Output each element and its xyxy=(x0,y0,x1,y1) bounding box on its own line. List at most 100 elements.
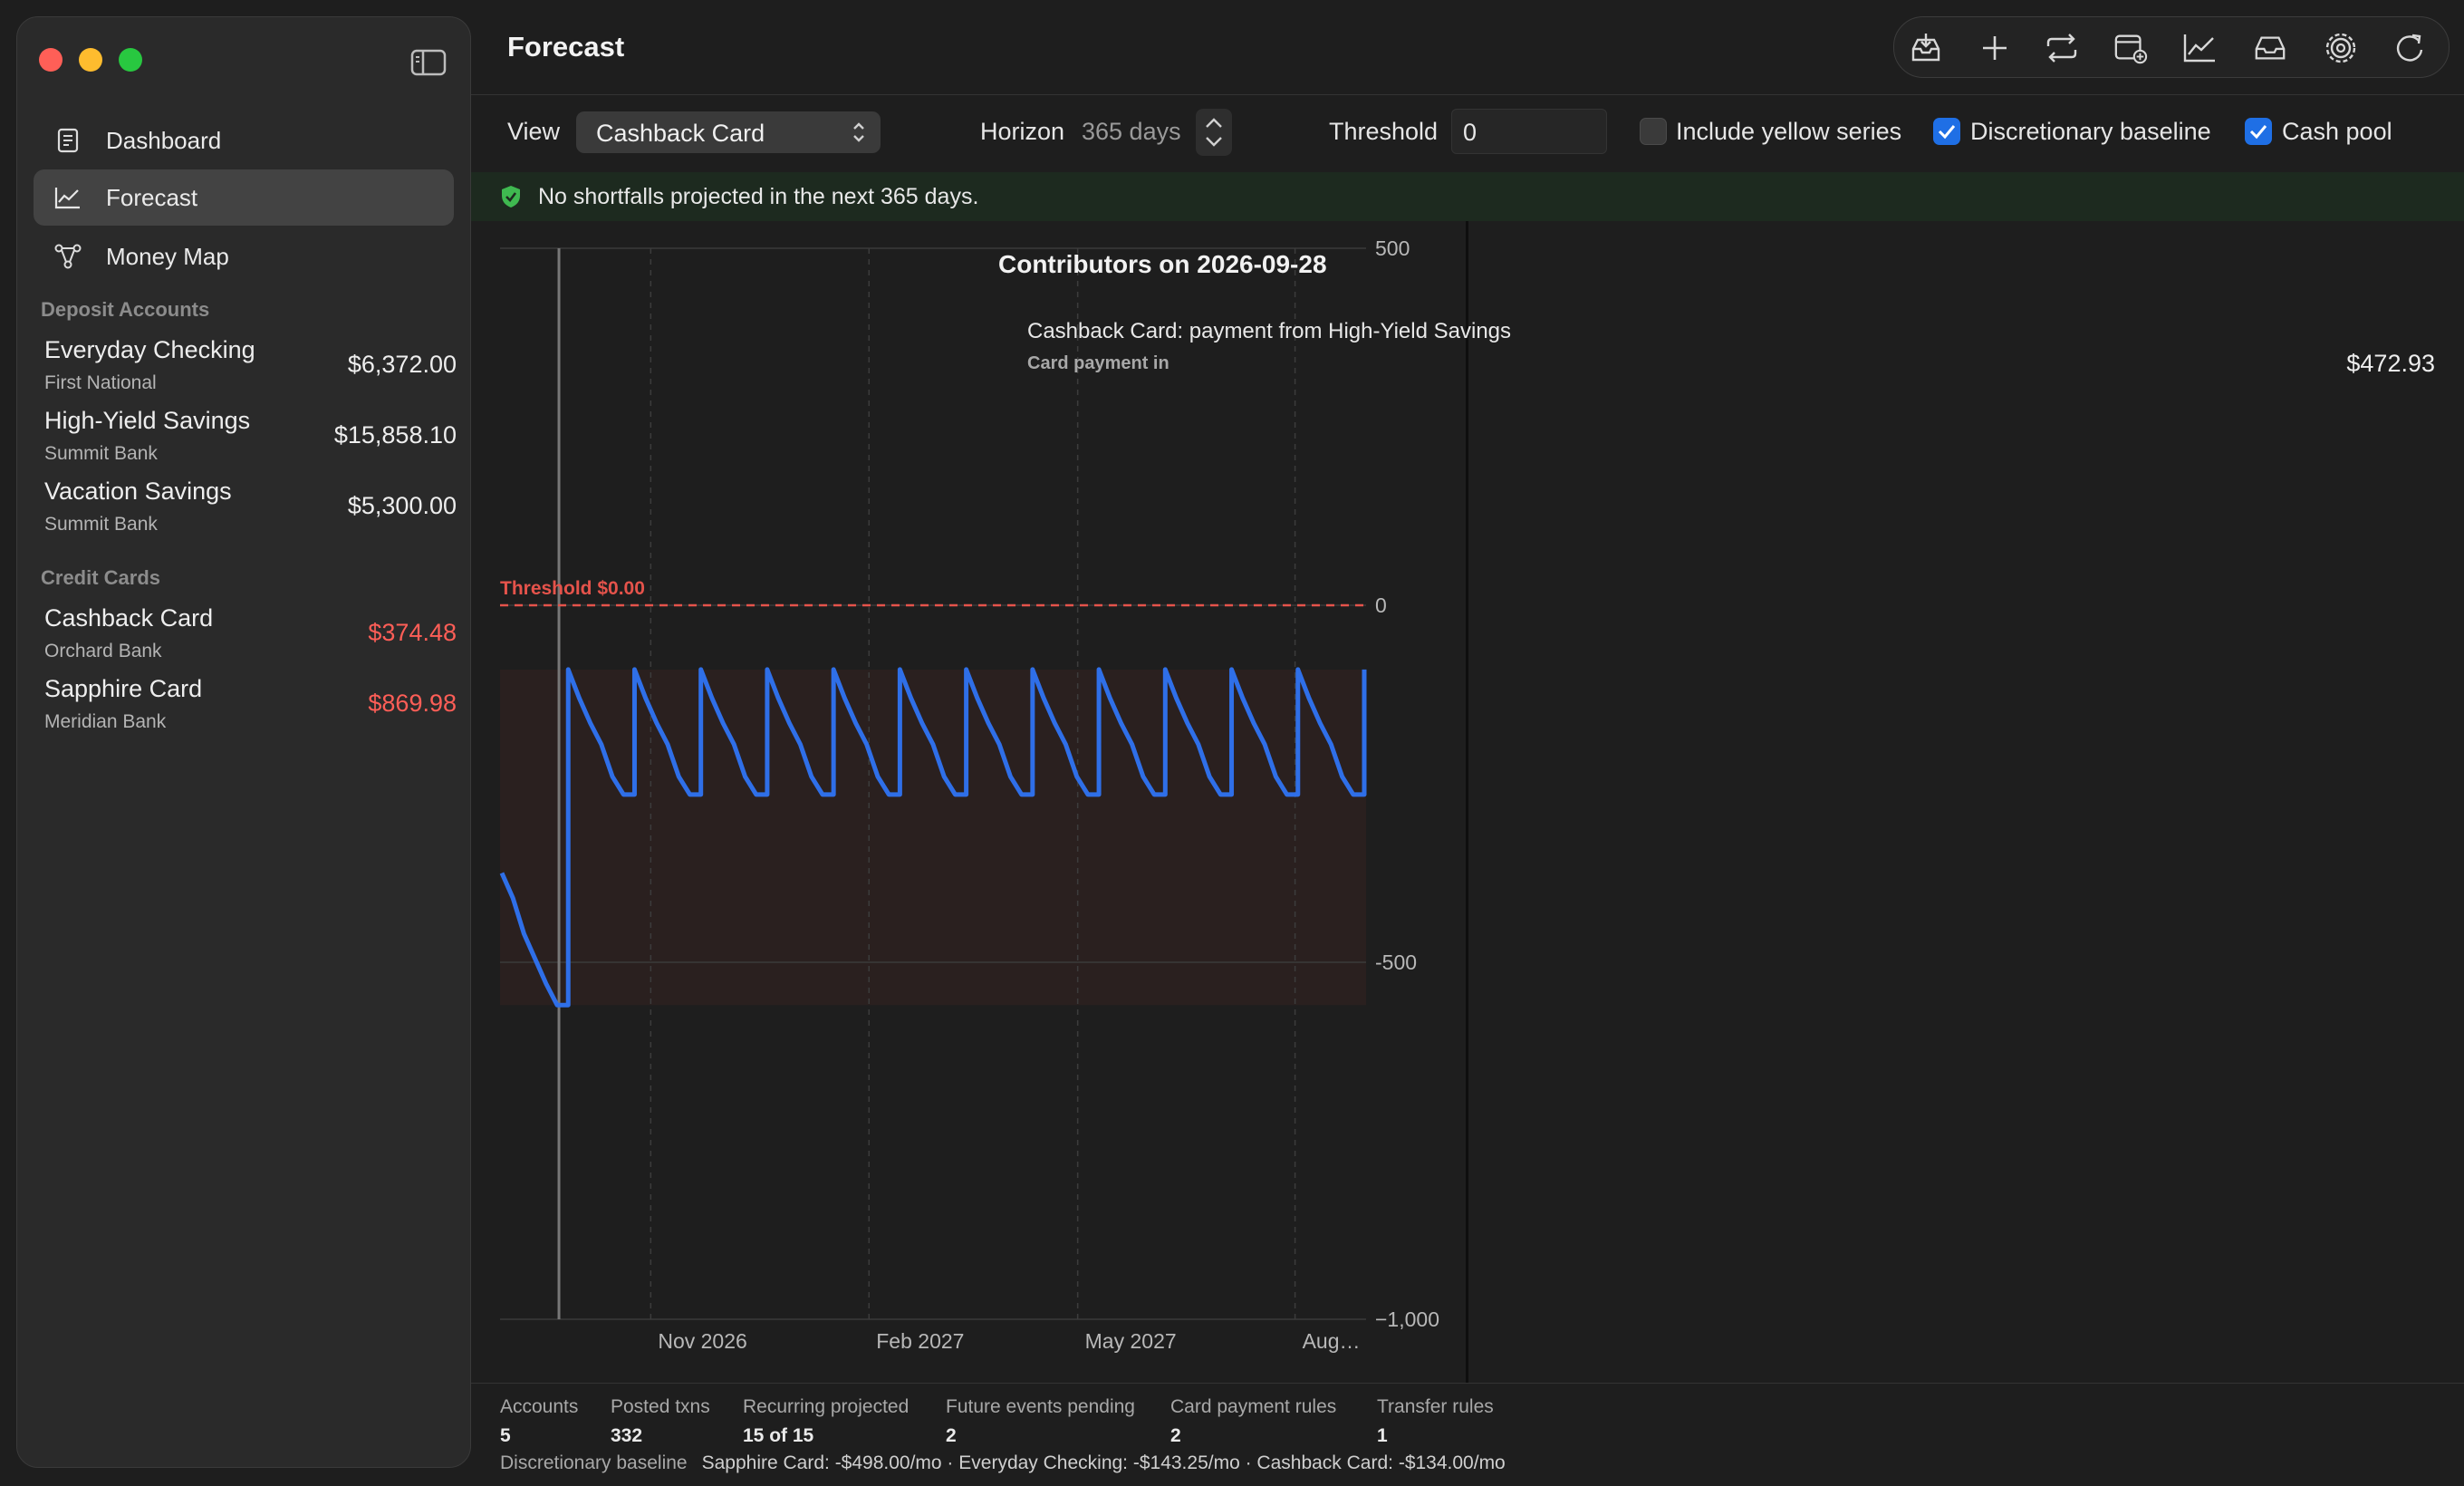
horizon-label: Horizon xyxy=(980,118,1065,145)
stat-value: 15 of 15 xyxy=(743,1425,814,1446)
settings-icon[interactable] xyxy=(2324,31,2358,65)
split-divider[interactable] xyxy=(1466,221,1468,1383)
stat-label: Transfer rules xyxy=(1377,1396,1494,1417)
include-yellow-label: Include yellow series xyxy=(1676,118,1902,145)
stat-value: 2 xyxy=(946,1425,957,1446)
discretionary-baseline-checkbox[interactable] xyxy=(1933,118,1960,145)
sidebar-toggle-icon[interactable] xyxy=(410,48,447,77)
deposit-accounts-heading: Deposit Accounts xyxy=(41,298,210,321)
import-icon[interactable] xyxy=(1909,31,1943,65)
stat-recurring-projected: Recurring projected 15 of 15 xyxy=(743,1396,909,1447)
page-title: Forecast xyxy=(507,31,625,63)
forecast-chart[interactable]: 500 0 -500 −1,000 Nov 2026 Feb 2027 May 2027 Au… xyxy=(471,221,1468,1381)
account-bank: Summit Bank xyxy=(44,514,158,535)
x-tick-label: Nov 2026 xyxy=(658,1329,746,1353)
account-name: Everyday Checking xyxy=(44,336,255,363)
chart-icon[interactable] xyxy=(2182,31,2217,65)
transfer-icon[interactable] xyxy=(2045,31,2079,65)
threshold-label: Threshold $0.00 xyxy=(500,578,645,599)
stat-accounts: Accounts 5 xyxy=(500,1396,578,1447)
account-high-yield-savings[interactable]: High-Yield Savings Summit Bank $15,858.1… xyxy=(44,407,457,474)
x-tick-label: Feb 2027 xyxy=(876,1329,964,1353)
title-bar: Forecast xyxy=(471,0,2464,95)
credit-cards-heading: Credit Cards xyxy=(41,566,161,589)
account-bank: Orchard Bank xyxy=(44,641,162,661)
stat-label: Future events pending xyxy=(946,1396,1135,1417)
sidebar-item-forecast[interactable]: Forecast xyxy=(34,169,454,226)
discretionary-baseline-summary: Discretionary baseline Sapphire Card: -$4… xyxy=(500,1452,1506,1474)
view-select[interactable]: Cashback Card xyxy=(576,111,881,153)
stat-value: 1 xyxy=(1377,1425,1388,1446)
y-tick-label: 0 xyxy=(1375,593,1387,617)
account-sapphire-card[interactable]: Sapphire Card Meridian Bank $869.98 xyxy=(44,675,457,742)
horizon-stepper[interactable] xyxy=(1196,109,1232,156)
sidebar-item-label: Forecast xyxy=(106,183,198,211)
stat-value: 2 xyxy=(1170,1425,1181,1446)
account-balance: $869.98 xyxy=(368,690,457,717)
contributor-name: Cashback Card: payment from High-Yield S… xyxy=(1027,319,1512,343)
sidebar-item-dashboard[interactable]: Dashboard xyxy=(34,112,454,169)
contributor-type: Card payment in xyxy=(1027,353,1169,373)
account-vacation-savings[interactable]: Vacation Savings Summit Bank $5,300.00 xyxy=(44,478,457,545)
baseline-label: Discretionary baseline xyxy=(500,1452,688,1473)
account-balance: $6,372.00 xyxy=(347,351,457,378)
account-name: Vacation Savings xyxy=(44,478,232,505)
stat-posted-txns: Posted txns 332 xyxy=(611,1396,710,1447)
minimize-window-button[interactable] xyxy=(79,48,102,72)
view-select-value: Cashback Card xyxy=(596,120,765,147)
account-everyday-checking[interactable]: Everyday Checking First National $6,372.… xyxy=(44,336,457,403)
stat-label: Accounts xyxy=(500,1396,579,1417)
chevron-up-down-icon xyxy=(850,119,868,146)
inbox-icon[interactable] xyxy=(2253,31,2287,65)
contributors-panel xyxy=(1469,221,2464,1381)
account-balance: $15,858.10 xyxy=(333,421,457,449)
y-tick-label: −1,000 xyxy=(1375,1307,1439,1331)
account-name: Cashback Card xyxy=(44,604,214,632)
stat-future-events: Future events pending 2 xyxy=(946,1396,1135,1447)
refresh-icon[interactable] xyxy=(2392,31,2427,65)
account-cashback-card[interactable]: Cashback Card Orchard Bank $374.48 xyxy=(44,604,457,671)
stats-footer: Accounts 5 Posted txns 332 Recurring pro… xyxy=(471,1383,2464,1486)
main-content: Forecast View Cashback Card Horizon 365 … xyxy=(471,0,2464,1486)
horizon-value: 365 days xyxy=(1082,118,1181,145)
sidebar-item-label: Money Map xyxy=(106,242,229,270)
y-tick-label: 500 xyxy=(1375,236,1410,260)
zoom-window-button[interactable] xyxy=(119,48,142,72)
stat-value: 332 xyxy=(611,1425,643,1446)
stat-label: Recurring projected xyxy=(743,1396,910,1417)
app-window: Dashboard Forecast Money Map Deposit Acc… xyxy=(0,0,2464,1486)
x-tick-label: May 2027 xyxy=(1085,1329,1177,1353)
y-tick-label: -500 xyxy=(1375,950,1417,974)
view-label: View xyxy=(507,118,561,145)
account-bank: Summit Bank xyxy=(44,443,158,464)
account-name: Sapphire Card xyxy=(44,675,203,702)
chart-line-icon xyxy=(53,183,82,212)
range-band xyxy=(500,669,1366,1006)
contributor-amount: $472.93 xyxy=(2346,350,2435,377)
x-tick-label: Aug… xyxy=(1303,1329,1361,1353)
shield-check-icon xyxy=(500,185,522,208)
network-icon xyxy=(53,242,82,271)
include-yellow-checkbox[interactable] xyxy=(1640,118,1667,145)
sidebar-item-label: Dashboard xyxy=(106,126,222,154)
sidebar: Dashboard Forecast Money Map Deposit Acc… xyxy=(16,16,471,1468)
cash-pool-checkbox[interactable] xyxy=(2245,118,2272,145)
account-balance: $5,300.00 xyxy=(347,492,457,519)
account-name: High-Yield Savings xyxy=(44,407,251,434)
threshold-label: Threshold xyxy=(1329,118,1439,145)
stat-label: Card payment rules xyxy=(1170,1396,1337,1417)
calendar-add-icon[interactable] xyxy=(2113,31,2148,65)
threshold-input[interactable]: 0 xyxy=(1451,109,1607,154)
cash-pool-label: Cash pool xyxy=(2282,118,2392,145)
discretionary-baseline-label: Discretionary baseline xyxy=(1970,118,2211,145)
close-window-button[interactable] xyxy=(39,48,63,72)
toolbar xyxy=(1893,16,2450,78)
filter-bar: View Cashback Card Horizon 365 days Thre… xyxy=(471,96,2464,170)
stat-transfer-rules: Transfer rules 1 xyxy=(1377,1396,1494,1447)
contributors-title: Contributors on 2026-09-28 xyxy=(998,250,1327,278)
add-icon[interactable] xyxy=(1978,31,2012,65)
account-balance: $374.48 xyxy=(368,619,457,646)
sidebar-item-money-map[interactable]: Money Map xyxy=(34,228,454,285)
account-bank: First National xyxy=(44,372,157,393)
stat-label: Posted txns xyxy=(611,1396,710,1417)
